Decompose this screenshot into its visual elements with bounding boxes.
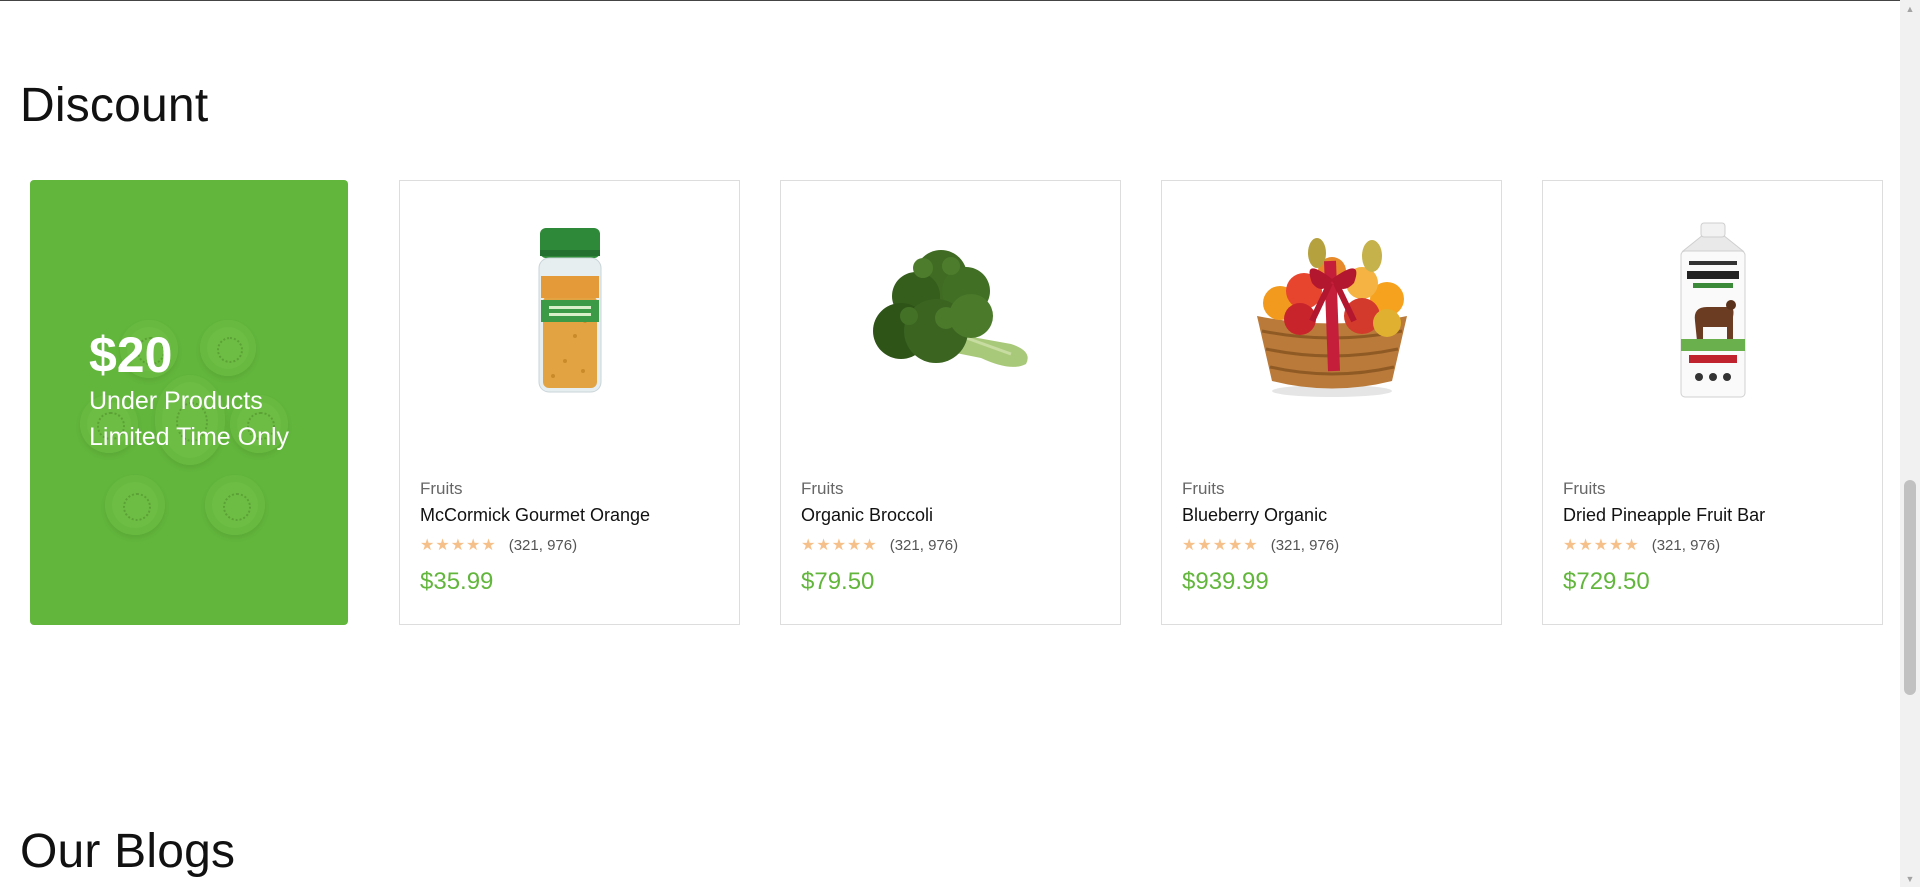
- product-name[interactable]: McCormick Gourmet Orange: [420, 505, 650, 526]
- product-category: Fruits: [801, 479, 844, 498]
- product-rating: ★★★★★ (321, 976): [420, 535, 577, 555]
- rating-stars-icon: ★★★★★: [1563, 537, 1640, 554]
- product-image[interactable]: [781, 221, 1120, 401]
- product-name[interactable]: Organic Broccoli: [801, 505, 933, 526]
- product-category: Fruits: [1563, 479, 1606, 498]
- spice-jar-icon: [538, 228, 601, 393]
- product-card[interactable]: Fruits Organic Broccoli ★★★★★ (321, 976)…: [780, 180, 1121, 625]
- product-name[interactable]: Dried Pineapple Fruit Bar: [1563, 505, 1765, 526]
- product-card[interactable]: Fruits Dried Pineapple Fruit Bar ★★★★★ (…: [1542, 180, 1883, 625]
- review-count: (321, 976): [1651, 536, 1721, 554]
- product-card[interactable]: Fruits Blueberry Organic ★★★★★ (321, 976…: [1161, 180, 1502, 625]
- product-price: $729.50: [1563, 568, 1650, 595]
- product-rating: ★★★★★ (321, 976): [1182, 535, 1339, 555]
- kiwi-slice-icon: [205, 475, 265, 535]
- discount-section-title: Discount: [20, 79, 209, 132]
- product-image[interactable]: [1162, 221, 1501, 401]
- discount-promo-banner[interactable]: $20 Under Products Limited Time Only: [30, 180, 348, 625]
- promo-tagline: Limited Time Only: [89, 423, 290, 451]
- product-card[interactable]: Fruits McCormick Gourmet Orange ★★★★★ (3…: [399, 180, 740, 625]
- scroll-up-icon[interactable]: ▲: [1900, 0, 1920, 17]
- review-count: (321, 976): [1270, 536, 1340, 554]
- top-divider: [0, 0, 1900, 1]
- promo-subtitle: Under Products: [89, 387, 263, 415]
- scrollbar-thumb[interactable]: [1904, 480, 1916, 695]
- product-price: $35.99: [420, 568, 494, 595]
- rating-stars-icon: ★★★★★: [1182, 537, 1259, 554]
- page-scrollbar[interactable]: ▲ ▼: [1900, 0, 1920, 887]
- review-count: (321, 976): [508, 536, 578, 554]
- product-image[interactable]: [400, 221, 739, 401]
- product-price: $79.50: [801, 568, 875, 595]
- page: Discount $20 Under Products Limited Time…: [0, 0, 1920, 887]
- product-rating: ★★★★★ (321, 976): [801, 535, 958, 555]
- review-count: (321, 976): [889, 536, 959, 554]
- promo-price: $20: [89, 327, 173, 383]
- kiwi-slice-icon: [105, 475, 165, 535]
- blogs-section-title: Our Blogs: [20, 825, 236, 878]
- product-name[interactable]: Blueberry Organic: [1182, 505, 1327, 526]
- product-category: Fruits: [1182, 479, 1225, 498]
- rating-stars-icon: ★★★★★: [801, 537, 878, 554]
- promo-text: $20 Under Products Limited Time Only: [89, 328, 289, 455]
- scroll-down-icon[interactable]: ▼: [1900, 870, 1920, 887]
- milk-carton-icon: [1680, 222, 1745, 398]
- fruit-basket-icon: [1256, 238, 1407, 397]
- product-rating: ★★★★★ (321, 976): [1563, 535, 1720, 555]
- product-image[interactable]: [1543, 221, 1882, 401]
- rating-stars-icon: ★★★★★: [420, 537, 497, 554]
- product-price: $939.99: [1182, 568, 1269, 595]
- product-category: Fruits: [420, 479, 463, 498]
- broccoli-icon: [872, 250, 1028, 367]
